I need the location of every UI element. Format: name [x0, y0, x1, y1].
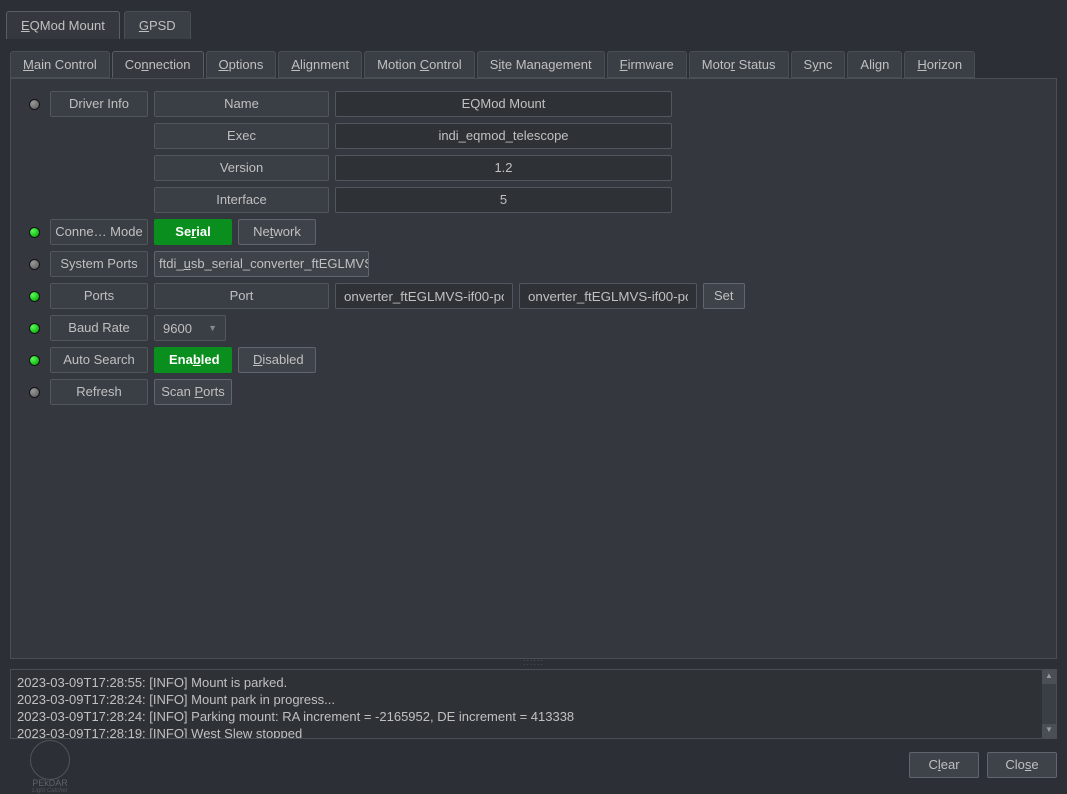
led-refresh [29, 387, 40, 398]
label-system-ports: System Ports [50, 251, 148, 277]
tab-site-management[interactable]: Site Management [477, 51, 605, 78]
label-interface: Interface [154, 187, 329, 213]
label-refresh: Refresh [50, 379, 148, 405]
log-line: 2023-03-09T17:28:19: [INFO] West Slew st… [17, 725, 1036, 738]
label-version: Version [154, 155, 329, 181]
tab-connection[interactable]: Connection [112, 51, 204, 78]
tab-horizon[interactable]: Horizon [904, 51, 975, 78]
tab-sync[interactable]: Sync [791, 51, 846, 78]
scrollbar[interactable]: ▲ ▼ [1042, 670, 1056, 738]
label-port: Port [154, 283, 329, 309]
tab-main-control[interactable]: Main Control [10, 51, 110, 78]
led-baud [29, 323, 40, 334]
value-exec: indi_eqmod_telescope [335, 123, 672, 149]
label-name: Name [154, 91, 329, 117]
log-text[interactable]: 2023-03-09T17:28:55: [INFO] Mount is par… [11, 670, 1042, 738]
splitter[interactable]: :::::: [0, 659, 1067, 669]
btn-disabled[interactable]: Disabled [238, 347, 316, 373]
value-version: 1.2 [335, 155, 672, 181]
log-line: 2023-03-09T17:28:55: [INFO] Mount is par… [17, 674, 1036, 691]
logo: PEkDAR Light Catcher [20, 744, 80, 788]
tab-align[interactable]: Align [847, 51, 902, 78]
led-driver-info [29, 99, 40, 110]
label-exec: Exec [154, 123, 329, 149]
btn-system-port-value[interactable]: ftdi_usb_serial_converter_ftEGLMVS [154, 251, 369, 277]
tab-options[interactable]: Options [206, 51, 277, 78]
btn-close[interactable]: Close [987, 752, 1057, 778]
tab-eqmod-mount[interactable]: EQMod Mount [6, 11, 120, 39]
btn-scan-ports[interactable]: Scan Ports [154, 379, 232, 405]
input-port-2[interactable] [519, 283, 697, 309]
tab-motion-control[interactable]: Motion Control [364, 51, 475, 78]
value-name: EQMod Mount [335, 91, 672, 117]
chevron-down-icon: ▼ [208, 323, 217, 333]
label-auto-search: Auto Search [50, 347, 148, 373]
log-line: 2023-03-09T17:28:24: [INFO] Parking moun… [17, 708, 1036, 725]
tab-alignment[interactable]: Alignment [278, 51, 362, 78]
btn-serial[interactable]: Serial [154, 219, 232, 245]
btn-set[interactable]: Set [703, 283, 745, 309]
value-interface: 5 [335, 187, 672, 213]
label-conn-mode: Conne… Mode [50, 219, 148, 245]
log-line: 2023-03-09T17:28:24: [INFO] Mount park i… [17, 691, 1036, 708]
tab-gpsd[interactable]: GPSD [124, 11, 191, 39]
btn-enabled[interactable]: Enabled [154, 347, 232, 373]
scroll-up-icon[interactable]: ▲ [1042, 670, 1056, 684]
tab-motor-status[interactable]: Motor Status [689, 51, 789, 78]
led-conn-mode [29, 227, 40, 238]
led-ports [29, 291, 40, 302]
label-baud: Baud Rate [50, 315, 148, 341]
btn-network[interactable]: Network [238, 219, 316, 245]
led-system-ports [29, 259, 40, 270]
tab-firmware[interactable]: Firmware [607, 51, 687, 78]
scroll-down-icon[interactable]: ▼ [1042, 724, 1056, 738]
input-port-1[interactable] [335, 283, 513, 309]
baud-value: 9600 [163, 321, 192, 336]
btn-clear[interactable]: Clear [909, 752, 979, 778]
log-area: 2023-03-09T17:28:55: [INFO] Mount is par… [10, 669, 1057, 739]
led-auto-search [29, 355, 40, 366]
label-driver-info: Driver Info [50, 91, 148, 117]
bottom-bar: PEkDAR Light Catcher Clear Close [0, 739, 1067, 791]
connection-panel: Driver Info Name EQMod Mount Exec indi_e… [10, 78, 1057, 659]
label-ports: Ports [50, 283, 148, 309]
select-baud[interactable]: 9600 ▼ [154, 315, 226, 341]
